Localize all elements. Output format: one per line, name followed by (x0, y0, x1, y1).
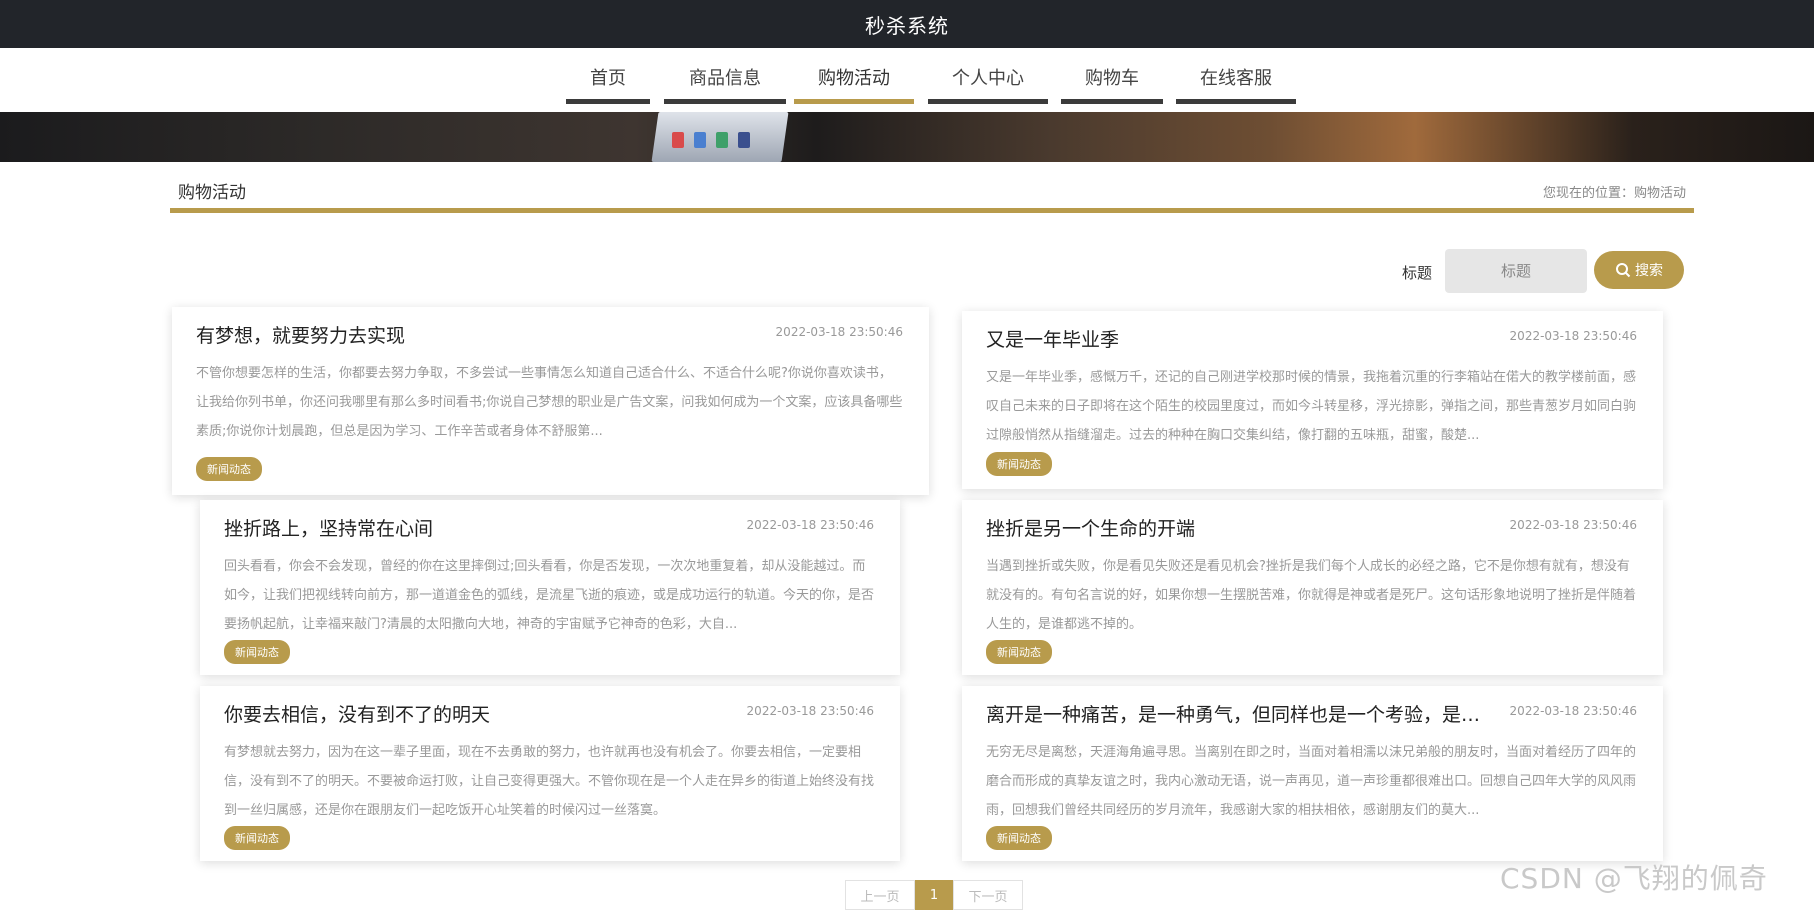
search-icon (1616, 263, 1631, 278)
article-title[interactable]: 离开是一种痛苦，是一种勇气，但同样也是一个考验，是一个新的开始 (986, 700, 1486, 727)
article-summary: 又是一年毕业季，感慨万千，还记的自己刚进学校那时候的情景，我拖着沉重的行李箱站在… (986, 370, 1637, 443)
article-tag[interactable]: 新闻动态 (986, 826, 1052, 850)
next-page-button[interactable]: 下一页 (953, 880, 1023, 910)
app-header: 秒杀系统 (0, 0, 1814, 48)
nav-item-cart[interactable]: 购物车 (1061, 48, 1163, 104)
nav-item-personal-center[interactable]: 个人中心 (928, 48, 1048, 104)
main-nav: 首页 商品信息 购物活动 个人中心 购物车 在线客服 (0, 48, 1814, 112)
article-tag[interactable]: 新闻动态 (224, 640, 290, 664)
search-button[interactable]: 搜索 (1594, 251, 1684, 289)
app-title: 秒杀系统 (865, 13, 949, 38)
search-label: 标题 (1402, 264, 1433, 282)
search-button-label: 搜索 (1635, 263, 1663, 279)
pagination: 上一页 1 下一页 (845, 880, 1023, 910)
article-summary: 回头看看，你会不会发现，曾经的你在这里摔倒过;回头看看，你是否发现，一次次地重复… (224, 559, 874, 632)
article-date: 2022-03-18 23:50:46 (775, 325, 903, 339)
breadcrumb: 您现在的位置：购物活动 (1542, 186, 1686, 201)
article-date: 2022-03-18 23:50:46 (1509, 518, 1637, 532)
article-card[interactable]: 你要去相信，没有到不了的明天 2022-03-18 23:50:46 有梦想就去… (200, 686, 900, 861)
article-summary: 无穷无尽是离愁，天涯海角遍寻思。当离别在即之时，当面对着相濡以沫兄弟般的朋友时，… (986, 745, 1637, 818)
article-card[interactable]: 又是一年毕业季 2022-03-18 23:50:46 又是一年毕业季，感慨万千… (962, 311, 1663, 489)
nav-item-home[interactable]: 首页 (566, 48, 650, 104)
section-header: 购物活动 您现在的位置：购物活动 (170, 162, 1694, 213)
article-date: 2022-03-18 23:50:46 (746, 518, 874, 532)
current-page-button[interactable]: 1 (915, 880, 953, 910)
article-title[interactable]: 又是一年毕业季 (986, 325, 1466, 352)
article-summary: 当遇到挫折或失败，你是看见失败还是看见机会?挫折是我们每个人成长的必经之路，它不… (986, 559, 1637, 632)
search-input[interactable] (1445, 249, 1587, 293)
article-summary: 有梦想就去努力，因为在这一辈子里面，现在不去勇敢的努力，也许就再也没有机会了。你… (224, 745, 874, 818)
article-date: 2022-03-18 23:50:46 (1509, 329, 1637, 343)
banner-app-icons (672, 132, 750, 148)
article-title[interactable]: 你要去相信，没有到不了的明天 (224, 700, 704, 727)
nav-item-products[interactable]: 商品信息 (664, 48, 786, 104)
watermark: CSDN @飞翔的佩奇 (1500, 862, 1768, 895)
article-tag[interactable]: 新闻动态 (986, 452, 1052, 476)
article-date: 2022-03-18 23:50:46 (1509, 704, 1637, 718)
section-title: 购物活动 (178, 183, 246, 203)
article-summary: 不管你想要怎样的生活，你都要去努力争取，不多尝试一些事情怎么知道自己适合什么、不… (196, 366, 903, 439)
article-title[interactable]: 挫折是另一个生命的开端 (986, 514, 1466, 541)
nav-item-online-service[interactable]: 在线客服 (1176, 48, 1296, 104)
article-title[interactable]: 有梦想，就要努力去实现 (196, 321, 676, 348)
prev-page-button[interactable]: 上一页 (845, 880, 915, 910)
article-card[interactable]: 挫折是另一个生命的开端 2022-03-18 23:50:46 当遇到挫折或失败… (962, 500, 1663, 675)
article-card[interactable]: 有梦想，就要努力去实现 2022-03-18 23:50:46 不管你想要怎样的… (172, 307, 929, 495)
nav-item-shopping-activities[interactable]: 购物活动 (794, 48, 914, 104)
article-card[interactable]: 挫折路上，坚持常在心间 2022-03-18 23:50:46 回头看看，你会不… (200, 500, 900, 675)
article-tag[interactable]: 新闻动态 (224, 826, 290, 850)
article-tag[interactable]: 新闻动态 (196, 457, 262, 481)
banner-image (0, 112, 1814, 162)
article-date: 2022-03-18 23:50:46 (746, 704, 874, 718)
article-card[interactable]: 离开是一种痛苦，是一种勇气，但同样也是一个考验，是一个新的开始 2022-03-… (962, 686, 1663, 861)
article-tag[interactable]: 新闻动态 (986, 640, 1052, 664)
article-title[interactable]: 挫折路上，坚持常在心间 (224, 514, 704, 541)
